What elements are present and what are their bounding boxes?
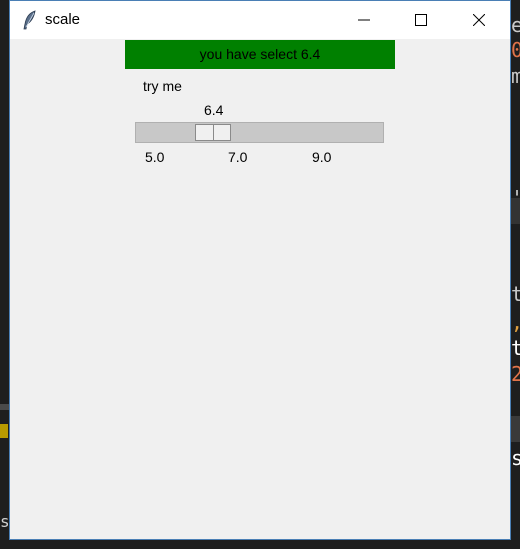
editor-char: t	[511, 336, 520, 360]
editor-char: 0	[511, 38, 520, 62]
scale-tick-label: 7.0	[228, 149, 248, 165]
minimize-button[interactable]	[341, 1, 387, 39]
scale-tick-label: 5.0	[145, 149, 165, 165]
feather-icon	[22, 10, 38, 30]
close-button[interactable]	[456, 1, 502, 39]
close-icon	[473, 14, 485, 26]
scale-trough[interactable]	[135, 122, 384, 143]
maximize-icon	[415, 14, 427, 26]
editor-char: s	[511, 446, 520, 470]
editor-char: 2	[511, 362, 520, 386]
maximize-button[interactable]	[398, 1, 444, 39]
editor-char: e	[511, 13, 520, 37]
editor-char: '	[511, 188, 520, 208]
editor-left-marker	[0, 424, 8, 438]
slider-handle-grip	[213, 125, 214, 140]
scale-value: 6.4	[204, 102, 224, 118]
slider-handle[interactable]	[195, 124, 231, 141]
title-bar[interactable]: scale	[10, 1, 510, 39]
scale-window: scale you have select 6.4 try me 6.4 5.0…	[9, 0, 511, 540]
scale-label: try me	[143, 78, 182, 94]
editor-char: ,	[511, 312, 520, 332]
editor-panel-edge	[510, 416, 520, 442]
window-title: scale	[45, 11, 81, 28]
scale-tick-label: 9.0	[312, 149, 332, 165]
editor-char: m	[511, 64, 520, 88]
minimize-icon	[358, 19, 370, 21]
selection-banner: you have select 6.4	[125, 40, 395, 69]
editor-char: t	[511, 282, 520, 306]
